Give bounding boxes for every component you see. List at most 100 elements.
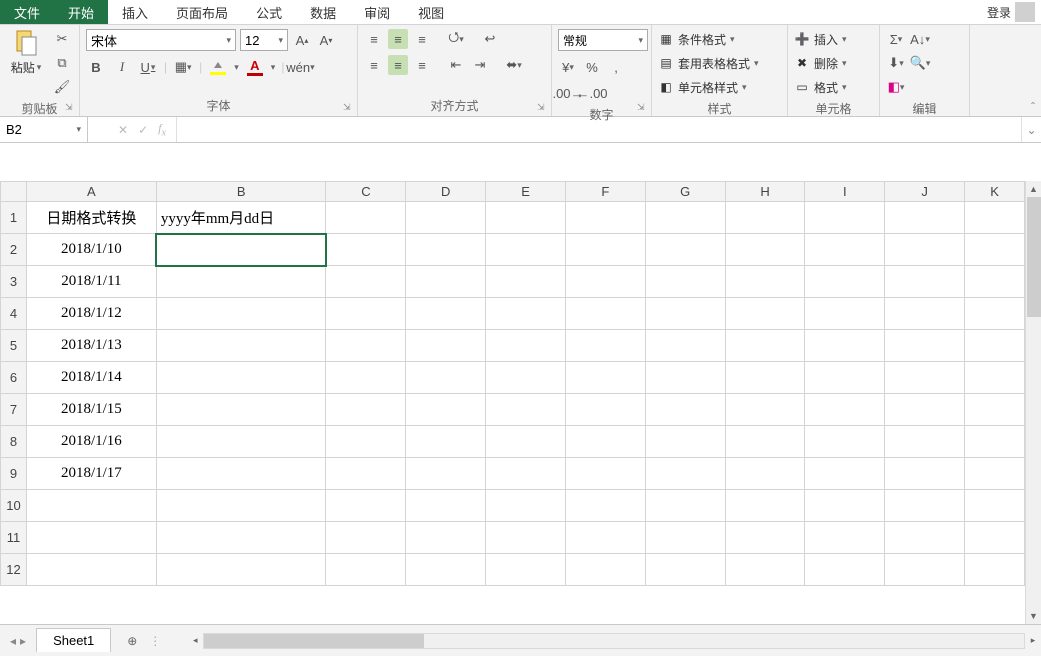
cell-K6[interactable] — [965, 362, 1025, 394]
cell-D4[interactable] — [406, 298, 486, 330]
cancel-formula-button[interactable]: ✕ — [118, 123, 128, 137]
expand-formula-bar-button[interactable]: ⌄ — [1021, 117, 1041, 142]
underline-button[interactable]: U▾ — [138, 57, 158, 77]
add-sheet-button[interactable]: ⊕ — [121, 630, 143, 652]
row-header-10[interactable]: 10 — [1, 490, 27, 522]
cell-D5[interactable] — [406, 330, 486, 362]
column-header-B[interactable]: B — [156, 182, 326, 202]
row-header-2[interactable]: 2 — [1, 234, 27, 266]
cell-B9[interactable] — [156, 458, 326, 490]
cell-I8[interactable] — [805, 426, 885, 458]
cell-K12[interactable] — [965, 554, 1025, 586]
enter-formula-button[interactable]: ✓ — [138, 123, 148, 137]
cell-G8[interactable] — [645, 426, 725, 458]
increase-font-button[interactable]: A▴ — [292, 30, 312, 50]
cell-H10[interactable] — [725, 490, 805, 522]
format-cells-button[interactable]: ▭ 格式▾ — [794, 77, 847, 97]
align-bottom-button[interactable]: ≡ — [412, 29, 432, 49]
select-all-corner[interactable] — [1, 182, 27, 202]
decrease-decimal-button[interactable]: ←.00 — [582, 83, 602, 103]
align-right-button[interactable]: ≡ — [412, 55, 432, 75]
cell-E12[interactable] — [486, 554, 566, 586]
cell-C2[interactable] — [326, 234, 406, 266]
menu-home[interactable]: 开始 — [54, 0, 108, 24]
avatar-icon[interactable] — [1015, 2, 1035, 22]
cell-I5[interactable] — [805, 330, 885, 362]
cell-F6[interactable] — [565, 362, 645, 394]
scroll-up-button[interactable]: ▲ — [1026, 181, 1041, 197]
alignment-dialog-launcher[interactable]: ⇲ — [537, 102, 549, 114]
cell-C10[interactable] — [326, 490, 406, 522]
cell-H3[interactable] — [725, 266, 805, 298]
cell-E11[interactable] — [486, 522, 566, 554]
cell-C5[interactable] — [326, 330, 406, 362]
percent-button[interactable]: % — [582, 57, 602, 77]
cell-F1[interactable] — [565, 202, 645, 234]
number-format-select[interactable]: 常规▾ — [558, 29, 648, 51]
column-header-K[interactable]: K — [965, 182, 1025, 202]
cell-F7[interactable] — [565, 394, 645, 426]
cell-K3[interactable] — [965, 266, 1025, 298]
font-color-button[interactable]: A — [245, 57, 265, 77]
menu-review[interactable]: 审阅 — [350, 0, 404, 24]
cell-B5[interactable] — [156, 330, 326, 362]
cell-K7[interactable] — [965, 394, 1025, 426]
cell-K1[interactable] — [965, 202, 1025, 234]
cell-D12[interactable] — [406, 554, 486, 586]
cell-B8[interactable] — [156, 426, 326, 458]
align-left-button[interactable]: ≡ — [364, 55, 384, 75]
cell-B7[interactable] — [156, 394, 326, 426]
name-box[interactable]: B2▾ — [0, 117, 88, 142]
decrease-indent-button[interactable]: ⇤ — [446, 55, 466, 75]
cell-H6[interactable] — [725, 362, 805, 394]
fill-color-dropdown[interactable]: ▾ — [234, 62, 239, 73]
cell-I7[interactable] — [805, 394, 885, 426]
cell-K9[interactable] — [965, 458, 1025, 490]
row-header-12[interactable]: 12 — [1, 554, 27, 586]
cell-K5[interactable] — [965, 330, 1025, 362]
cell-B4[interactable] — [156, 298, 326, 330]
row-header-9[interactable]: 9 — [1, 458, 27, 490]
sheet-tab-1[interactable]: Sheet1 — [36, 628, 111, 652]
copy-button[interactable]: ⧉ — [52, 53, 72, 73]
autosum-button[interactable]: Σ▾ — [886, 29, 906, 49]
scroll-right-button[interactable]: ▸ — [1025, 635, 1041, 646]
cell-A10[interactable] — [26, 490, 156, 522]
row-header-8[interactable]: 8 — [1, 426, 27, 458]
cell-A2[interactable]: 2018/1/10 — [26, 234, 156, 266]
italic-button[interactable]: I — [112, 57, 132, 77]
increase-decimal-button[interactable]: .00→ — [558, 83, 578, 103]
column-header-C[interactable]: C — [326, 182, 406, 202]
cell-A7[interactable]: 2018/1/15 — [26, 394, 156, 426]
number-dialog-launcher[interactable]: ⇲ — [637, 102, 649, 114]
cell-E10[interactable] — [486, 490, 566, 522]
cell-F8[interactable] — [565, 426, 645, 458]
font-size-select[interactable]: 12▾ — [240, 29, 288, 51]
row-header-5[interactable]: 5 — [1, 330, 27, 362]
cell-F9[interactable] — [565, 458, 645, 490]
font-color-dropdown[interactable]: ▾ — [271, 62, 276, 73]
format-painter-button[interactable]: 🖌 — [52, 77, 72, 97]
cell-H2[interactable] — [725, 234, 805, 266]
scroll-down-button[interactable]: ▼ — [1026, 608, 1041, 624]
cell-F11[interactable] — [565, 522, 645, 554]
cell-D11[interactable] — [406, 522, 486, 554]
cell-J8[interactable] — [885, 426, 965, 458]
tab-nav-prev[interactable]: ◂ — [10, 634, 16, 648]
menu-data[interactable]: 数据 — [296, 0, 350, 24]
cell-D8[interactable] — [406, 426, 486, 458]
hscroll-thumb[interactable] — [204, 634, 424, 648]
column-header-H[interactable]: H — [725, 182, 805, 202]
cell-B3[interactable] — [156, 266, 326, 298]
fill-color-button[interactable] — [208, 57, 228, 77]
fill-button[interactable]: ⬇▾ — [886, 53, 906, 73]
cut-button[interactable]: ✂ — [52, 29, 72, 49]
cell-C11[interactable] — [326, 522, 406, 554]
cell-C7[interactable] — [326, 394, 406, 426]
cell-F4[interactable] — [565, 298, 645, 330]
cell-G10[interactable] — [645, 490, 725, 522]
cell-D3[interactable] — [406, 266, 486, 298]
decrease-font-button[interactable]: A▾ — [316, 30, 336, 50]
orientation-button[interactable]: ⭯▾ — [446, 29, 466, 49]
cell-B12[interactable] — [156, 554, 326, 586]
